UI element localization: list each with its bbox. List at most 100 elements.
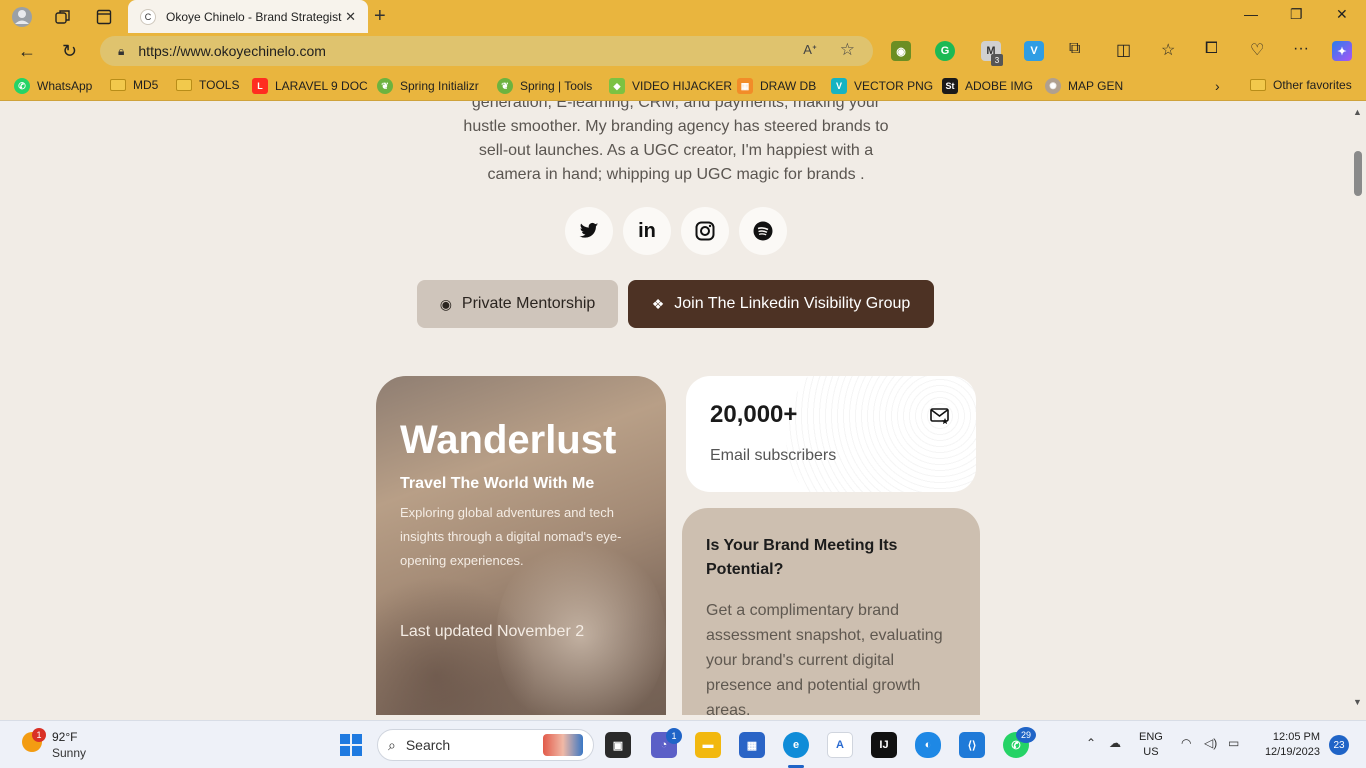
read-aloud-icon[interactable]: Aᐩ	[803, 42, 817, 58]
search-placeholder: Search	[405, 737, 451, 753]
extension-globe-icon[interactable]: ◉	[891, 41, 911, 61]
mail-star-icon	[930, 408, 949, 425]
favorites-icon[interactable]: ☆	[1161, 40, 1175, 60]
onedrive-icon[interactable]: ☁	[1109, 736, 1121, 750]
favorite-star-icon[interactable]: ☆	[840, 40, 855, 60]
profile-icon[interactable]	[11, 6, 33, 28]
extension-v-icon[interactable]: V	[1024, 41, 1044, 61]
close-window-icon[interactable]: ✕	[1336, 6, 1348, 23]
scrollbar-thumb[interactable]	[1354, 151, 1362, 196]
url-text[interactable]: https://www.okoyechinelo.com	[138, 43, 326, 59]
browser-essentials-icon[interactable]: ♡	[1250, 40, 1264, 60]
taskbar-search[interactable]: ⌕ Search	[377, 729, 594, 761]
bio-text: generation, E-learning, CRM, and payment…	[440, 101, 912, 187]
folder-icon	[176, 79, 192, 91]
start-button[interactable]	[340, 734, 362, 756]
scroll-down-icon[interactable]: ▼	[1353, 697, 1362, 707]
bookmark-draw-db[interactable]: ▦ DRAW DB	[737, 78, 816, 94]
spotify-link[interactable]	[739, 207, 787, 255]
app-installer-icon[interactable]: A	[827, 732, 853, 758]
card-description: Exploring global adventures and tech ins…	[400, 505, 622, 568]
elephant-app-icon[interactable]: ◐	[915, 732, 941, 758]
split-screen-icon[interactable]: ◫	[1116, 40, 1131, 60]
bookmark-video-hijacker[interactable]: ◆ VIDEO HIJACKER	[609, 78, 732, 94]
input-language[interactable]: ENG US	[1139, 730, 1163, 760]
twitter-link[interactable]	[565, 207, 613, 255]
back-icon[interactable]: ←	[18, 41, 36, 62]
card-pattern	[786, 376, 976, 492]
bio-line: generation, E-learning, CRM, and payment…	[471, 101, 881, 111]
weather-temperature[interactable]: 92°F	[52, 730, 77, 744]
address-bar[interactable]: 🔒︎ https://www.okoyechinelo.com Aᐩ ☆	[100, 36, 873, 66]
linkedin-link[interactable]: in	[623, 207, 671, 255]
battery-icon[interactable]: ▭	[1228, 736, 1239, 750]
bookmark-tools[interactable]: TOOLS	[176, 78, 239, 92]
spring-icon: ❦	[497, 78, 513, 94]
extension-badge: 3	[991, 54, 1003, 66]
bookmark-spring-initializr[interactable]: ❦ Spring Initializr	[377, 78, 479, 94]
card-subtitle: Travel The World With Me	[400, 475, 595, 492]
brand-assessment-card[interactable]: Is Your Brand Meeting Its Potential? Get…	[682, 508, 980, 715]
subscribers-card: 20,000+ Email subscribers	[686, 376, 976, 492]
restore-icon[interactable]: ❐	[1290, 6, 1303, 23]
refresh-icon[interactable]: ↻	[62, 41, 77, 62]
copilot-icon[interactable]: ✦	[1332, 41, 1352, 61]
windows-taskbar: 1 92°F Sunny ⌕ Search ▣ ◔ 1 ▬ ▦ e A IJ ◐…	[0, 720, 1366, 768]
bookmark-whatsapp[interactable]: ✆ WhatsApp	[14, 78, 92, 94]
bookmark-label: WhatsApp	[37, 79, 93, 93]
vscode-icon[interactable]: ⟨⟩	[959, 732, 985, 758]
scroll-up-icon[interactable]: ▲	[1353, 107, 1362, 117]
workspaces-icon[interactable]	[52, 6, 74, 28]
page-scrollbar[interactable]: ▲ ▼	[1350, 101, 1366, 715]
bookmark-spring-tools[interactable]: ❦ Spring | Tools	[497, 78, 592, 94]
extension-grammar-icon[interactable]: G	[935, 41, 955, 61]
bookmark-laravel[interactable]: L LARAVEL 9 DOC	[252, 78, 368, 94]
edge-icon[interactable]: e	[783, 732, 809, 758]
instagram-icon	[695, 221, 715, 241]
bookmark-adobe-img[interactable]: St ADOBE IMG	[942, 78, 1033, 94]
button-label: Private Mentorship	[461, 295, 596, 312]
bookmark-map-gen[interactable]: ✺ MAP GEN	[1045, 78, 1123, 94]
bookmark-md5[interactable]: MD5	[110, 78, 158, 92]
file-explorer-icon[interactable]: ▬	[695, 732, 721, 758]
minimize-icon[interactable]: —	[1244, 6, 1258, 22]
notifications-badge[interactable]: 23	[1329, 735, 1349, 755]
wifi-icon[interactable]: ◠	[1181, 736, 1191, 750]
store-icon[interactable]: ▦	[739, 732, 765, 758]
active-tab[interactable]: C Okoye Chinelo - Brand Strategist ✕	[128, 0, 368, 33]
show-hidden-icons-icon[interactable]: ⌃	[1086, 736, 1096, 750]
linkedin-icon: in	[638, 219, 656, 242]
tab-close-icon[interactable]: ✕	[345, 9, 356, 25]
drawdb-icon: ▦	[737, 78, 753, 94]
linkedin-visibility-group-button[interactable]: ❖ Join The Linkedin Visibility Group	[628, 280, 934, 328]
intellij-icon[interactable]: IJ	[871, 732, 897, 758]
bookmark-label: TOOLS	[199, 78, 240, 92]
spotify-icon	[753, 221, 773, 241]
card-title: Wanderlust	[400, 418, 617, 462]
weather-condition[interactable]: Sunny	[52, 746, 86, 760]
bookmarks-overflow-chevron-icon[interactable]: ›	[1215, 78, 1220, 94]
vector-icon: V	[831, 78, 847, 94]
tab-actions-icon[interactable]	[93, 6, 115, 28]
card-title: Is Your Brand Meeting Its Potential?	[706, 537, 898, 578]
bio-line: sell-out launches. As a UGC creator, I'm…	[478, 142, 874, 159]
system-clock[interactable]: 12:05 PM 12/19/2023	[1260, 730, 1320, 760]
private-mentorship-button[interactable]: ◉ Private Mentorship	[417, 280, 618, 328]
bio-line: hustle smoother. My branding agency has …	[463, 118, 889, 135]
bookmark-other-favorites[interactable]: Other favorites	[1250, 78, 1352, 92]
volume-icon[interactable]: ◁)	[1204, 736, 1217, 750]
lock-icon[interactable]: 🔒︎	[118, 44, 124, 59]
more-menu-icon[interactable]: ···	[1293, 40, 1309, 58]
site-favicon: C	[140, 8, 156, 25]
instagram-link[interactable]	[681, 207, 729, 255]
new-tab-icon[interactable]: +	[374, 5, 386, 28]
collections-icon[interactable]: ⧠	[1205, 40, 1218, 58]
extensions-puzzle-icon[interactable]: ⧉	[1069, 40, 1080, 58]
tab-title: Okoye Chinelo - Brand Strategist	[166, 9, 342, 24]
laravel-icon: L	[252, 78, 268, 94]
wanderlust-card[interactable]: Wanderlust Travel The World With Me Expl…	[376, 376, 666, 715]
task-view-icon[interactable]: ▣	[605, 732, 631, 758]
bio-line: camera in hand; whipping up UGC magic fo…	[487, 166, 865, 183]
search-icon: ⌕	[388, 736, 396, 753]
bookmark-vector-png[interactable]: V VECTOR PNG	[831, 78, 933, 94]
